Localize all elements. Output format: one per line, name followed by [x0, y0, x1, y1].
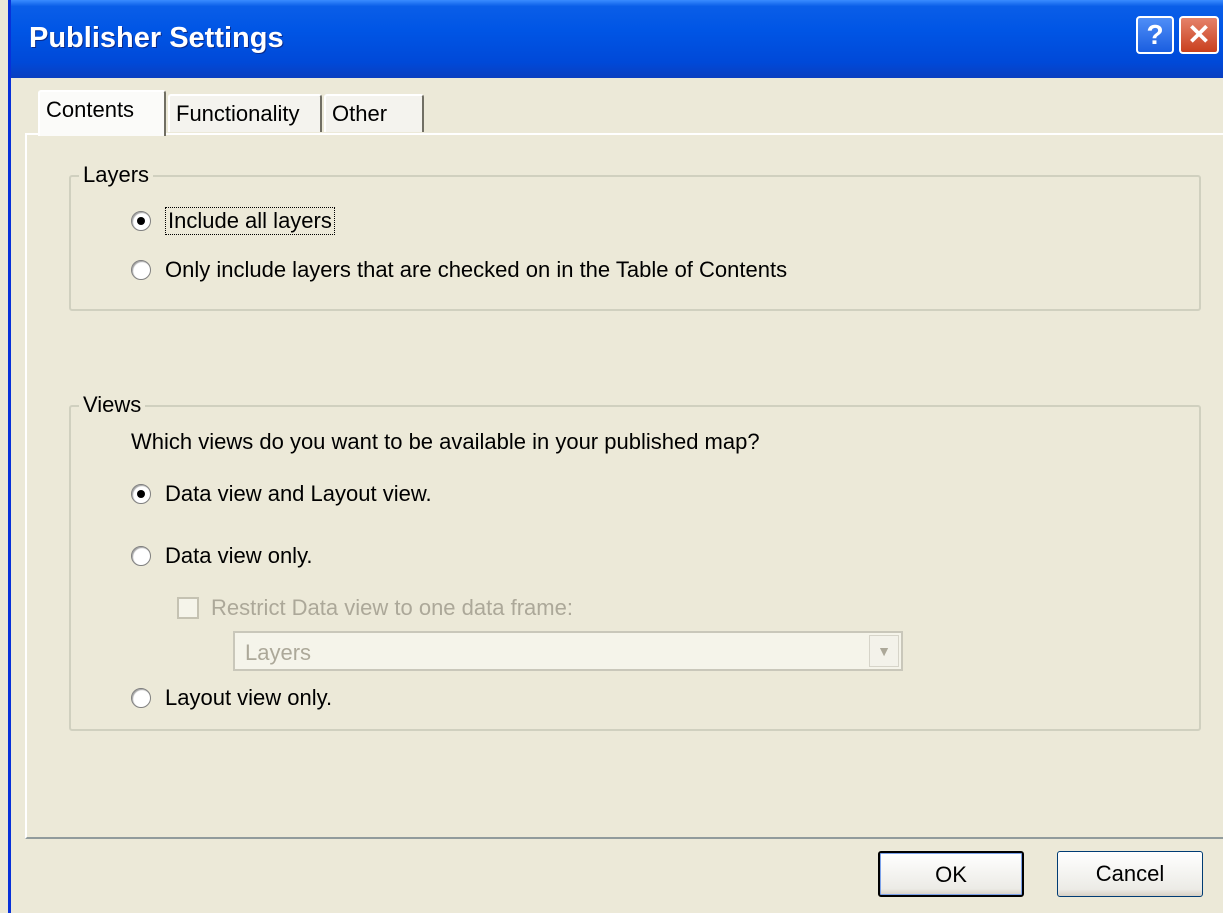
window-title: Publisher Settings — [29, 22, 284, 54]
data-view-only-option[interactable]: Data view only. — [131, 543, 313, 569]
tab-contents[interactable]: Contents — [38, 90, 166, 136]
cancel-button[interactable]: Cancel — [1057, 851, 1203, 897]
restrict-data-view-label: Restrict Data view to one data frame: — [211, 595, 573, 620]
chevron-down-icon[interactable]: ▼ — [869, 635, 899, 667]
include-checked-layers-label: Only include layers that are checked on … — [165, 257, 788, 282]
data-frame-select-value: Layers — [245, 640, 312, 665]
data-view-only-label: Data view only. — [165, 543, 313, 568]
title-bar[interactable]: Publisher Settings ? ✕ — [11, 0, 1223, 78]
include-checked-layers-option[interactable]: Only include layers that are checked on … — [131, 257, 787, 283]
help-icon[interactable]: ? — [1136, 16, 1174, 54]
restrict-data-view-option[interactable]: Restrict Data view to one data frame: — [177, 595, 573, 621]
publisher-settings-dialog: Publisher Settings ? ✕ Contents Function… — [8, 0, 1223, 913]
include-all-layers-label: Include all layers — [165, 207, 335, 235]
data-and-layout-view-label: Data view and Layout view. — [165, 481, 432, 506]
layers-group-label: Layers — [79, 162, 154, 188]
data-frame-select[interactable]: Layers ▼ — [233, 631, 903, 671]
layout-view-only-option[interactable]: Layout view only. — [131, 685, 332, 711]
contents-tab-panel: Layers Include all layers Only include l… — [25, 133, 1223, 839]
data-view-only-radio[interactable] — [131, 546, 151, 566]
data-and-layout-view-radio[interactable] — [131, 484, 151, 504]
views-group: Views Which views do you want to be avai… — [69, 392, 1201, 731]
data-and-layout-view-option[interactable]: Data view and Layout view. — [131, 481, 432, 507]
include-all-layers-radio[interactable] — [131, 211, 151, 231]
tab-functionality[interactable]: Functionality — [168, 94, 322, 132]
layers-group: Layers Include all layers Only include l… — [69, 162, 1201, 311]
views-group-label: Views — [79, 392, 146, 418]
ok-button[interactable]: OK — [878, 851, 1024, 897]
tab-other[interactable]: Other — [324, 94, 424, 132]
views-question: Which views do you want to be available … — [131, 429, 760, 455]
layout-view-only-label: Layout view only. — [165, 685, 333, 710]
include-checked-layers-radio[interactable] — [131, 260, 151, 280]
include-all-layers-option[interactable]: Include all layers — [131, 207, 335, 235]
close-icon[interactable]: ✕ — [1179, 16, 1219, 54]
layout-view-only-radio[interactable] — [131, 688, 151, 708]
views-question-text: Which views do you want to be available … — [131, 429, 760, 454]
restrict-data-view-checkbox[interactable] — [177, 597, 199, 619]
